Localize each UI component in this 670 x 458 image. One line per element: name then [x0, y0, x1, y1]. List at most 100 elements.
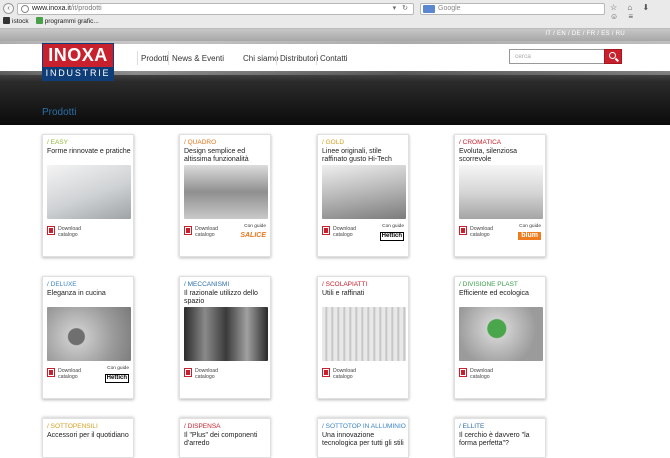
con-guide-label: Con guide	[519, 224, 541, 229]
product-description: Il cerchio è davvero "la forma perfetta"…	[459, 432, 530, 447]
nav-distributori[interactable]: Distributori	[280, 54, 318, 63]
product-name-text: SCOLAPIATTI	[325, 281, 368, 288]
download-catalog-link[interactable]: Download catalogo	[470, 226, 493, 238]
site-search-input[interactable]: cerca	[509, 49, 605, 64]
menu-divider	[137, 51, 138, 65]
product-name: / ELLITE	[459, 423, 484, 430]
nav-chi-siamo[interactable]: Chi siamo	[243, 54, 279, 63]
menu-divider	[316, 51, 317, 65]
product-card[interactable]: / SOTTOPENSILI Accessori per il quotidia…	[42, 418, 134, 458]
download-catalog-link[interactable]: Download catalogo	[333, 226, 356, 238]
download-line: catalogo	[58, 232, 78, 238]
product-description: Accessori per il quotidiano	[47, 432, 129, 439]
reload-icon[interactable]: ▾ ↻	[393, 4, 410, 14]
product-name-text: SOTTOTOP IN ALLUMINIO	[325, 423, 406, 430]
back-icon[interactable]: ‹	[3, 3, 14, 14]
bookmarks-bar: istock programmi grafic...	[3, 17, 99, 27]
bookmark-istock[interactable]: istock	[3, 17, 29, 27]
pdf-icon[interactable]	[47, 226, 55, 235]
nav-prodotti[interactable]: Prodotti	[141, 54, 169, 63]
product-name-text: DISPENSA	[187, 423, 221, 430]
download-catalog-link[interactable]: Download catalogo	[333, 368, 356, 380]
product-card[interactable]: / DELUXE Eleganza in cucina Download cata…	[42, 276, 134, 399]
istock-icon	[3, 17, 10, 24]
browser-search-placeholder: Google	[438, 5, 461, 12]
url-path: /it/prodotti	[70, 5, 102, 12]
product-name: / SOTTOTOP IN ALLUMINIO	[322, 423, 406, 430]
product-image	[47, 307, 131, 361]
product-card[interactable]: / QUADRO Design semplice ed altissima fu…	[179, 134, 271, 257]
inoxa-logo[interactable]: INOXA INDUSTRIE	[42, 43, 114, 81]
download-catalog-link[interactable]: Download catalogo	[195, 226, 218, 238]
product-name: / DIVISIONE PLAST	[459, 281, 518, 288]
download-catalog-link[interactable]: Download catalogo	[470, 368, 493, 380]
product-name-text: EASY	[50, 139, 68, 146]
pdf-icon[interactable]	[184, 226, 192, 235]
product-name-text: MECCANISMI	[187, 281, 230, 288]
bookmark-label: istock	[12, 18, 29, 25]
download-catalog-link[interactable]: Download catalogo	[58, 368, 81, 380]
pdf-icon[interactable]	[47, 368, 55, 377]
browser-search-field[interactable]: Google	[420, 3, 605, 15]
language-switcher[interactable]: IT / EN / DE / FR / ES / RU	[545, 31, 625, 37]
product-name: / SOTTOPENSILI	[47, 423, 98, 430]
salice-logo: SALICE	[240, 232, 266, 239]
product-card[interactable]: / EASY Forme rinnovate e pratiche Downlo…	[42, 134, 134, 257]
product-description: Efficiente ed ecologica	[459, 290, 529, 297]
hettich-logo: Hettich	[104, 374, 129, 383]
product-card[interactable]: / DIVISIONE PLAST Efficiente ed ecologic…	[454, 276, 546, 399]
product-description: Evoluta, silenziosa scorrevole	[459, 148, 517, 163]
logo-wordmark: INOXA	[43, 44, 113, 67]
download-line: catalogo	[470, 232, 490, 238]
bookmark-programmi[interactable]: programmi grafic...	[35, 17, 99, 27]
product-name-text: DELUXE	[50, 281, 77, 288]
product-name: / DISPENSA	[184, 423, 221, 430]
product-card[interactable]: / MECCANISMI Il razionale utilizzo dello…	[179, 276, 271, 399]
blum-logo: blum	[518, 232, 541, 240]
folder-icon	[35, 17, 43, 24]
product-image	[322, 165, 406, 219]
product-name-text: QUADRO	[187, 139, 217, 146]
product-name: / SCOLAPIATTI	[322, 281, 367, 288]
download-line: catalogo	[333, 232, 353, 238]
product-card[interactable]: / DISPENSA Il "Plus" dei componenti d'ar…	[179, 418, 271, 458]
product-name: / EASY	[47, 139, 68, 146]
product-card[interactable]: / SCOLAPIATTI Utili e raffinati Download…	[317, 276, 409, 399]
product-description: Eleganza in cucina	[47, 290, 106, 297]
download-catalog-link[interactable]: Download catalogo	[195, 368, 218, 380]
download-line: catalogo	[333, 374, 353, 380]
search-engine-icon[interactable]	[423, 5, 435, 13]
download-line: catalogo	[470, 374, 490, 380]
download-line: catalogo	[195, 232, 215, 238]
download-line: catalogo	[195, 374, 215, 380]
menu-divider	[276, 51, 277, 65]
pdf-icon[interactable]	[322, 226, 330, 235]
product-image	[184, 307, 268, 361]
download-catalog-link[interactable]: Download catalogo	[58, 226, 81, 238]
url-host: www.inoxa.it	[32, 5, 71, 12]
product-name-text: DIVISIONE PLAST	[462, 281, 518, 288]
nav-news-eventi[interactable]: News & Eventi	[172, 54, 224, 63]
toolbar-icons[interactable]: ☆ ⌂ ⬇ ☺ ≡	[610, 3, 670, 21]
product-description: Utili e raffinati	[322, 290, 365, 297]
product-card[interactable]: / CROMATICA Evoluta, silenziosa scorrevo…	[454, 134, 546, 257]
address-bar[interactable]: www.inoxa.it/it/prodotti ▾ ↻	[17, 3, 414, 15]
product-card[interactable]: / SOTTOTOP IN ALLUMINIO Una innovazione …	[317, 418, 409, 458]
pdf-icon[interactable]	[459, 226, 467, 235]
product-card[interactable]: / ELLITE Il cerchio è davvero "la forma …	[454, 418, 546, 458]
product-card[interactable]: / GOLD Linee originali, stile raffinato …	[317, 134, 409, 257]
product-name-text: SOTTOPENSILI	[50, 423, 98, 430]
menu-divider	[168, 51, 169, 65]
product-description: Linee originali, stile raffinato gusto H…	[322, 148, 392, 163]
pdf-icon[interactable]	[322, 368, 330, 377]
download-line: catalogo	[58, 374, 78, 380]
product-name: / DELUXE	[47, 281, 77, 288]
product-description: Il razionale utilizzo dello spazio	[184, 290, 258, 305]
pdf-icon[interactable]	[459, 368, 467, 377]
search-button[interactable]	[604, 49, 622, 64]
con-guide-label: Con guide	[107, 366, 129, 371]
product-name-text: GOLD	[325, 139, 345, 146]
pdf-icon[interactable]	[184, 368, 192, 377]
product-description: Forme rinnovate e pratiche	[47, 148, 131, 155]
nav-contatti[interactable]: Contatti	[320, 54, 348, 63]
